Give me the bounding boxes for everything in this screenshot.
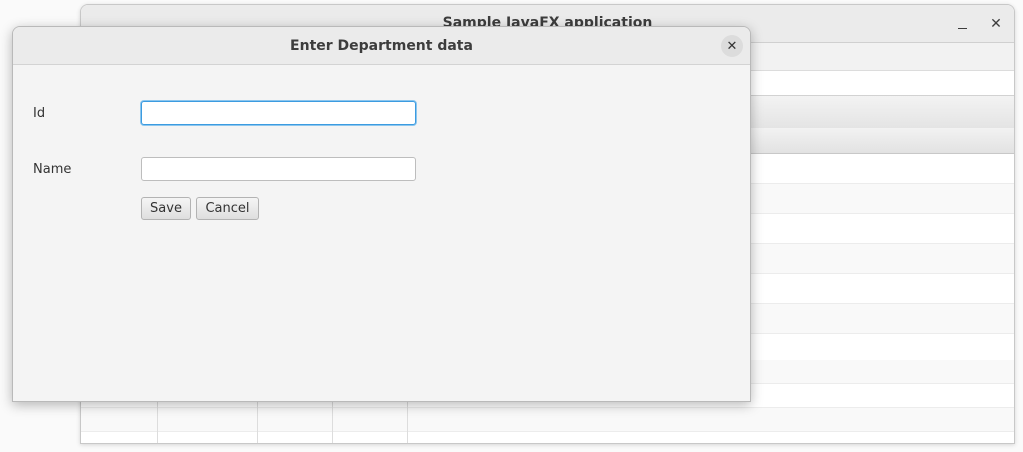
- column-divider: [332, 398, 333, 443]
- column-divider: [157, 398, 158, 443]
- column-divider: [257, 398, 258, 443]
- cancel-button[interactable]: Cancel: [196, 197, 259, 220]
- department-dialog: Enter Department data ✕ Id Name Save Can…: [12, 26, 751, 402]
- close-icon: ✕: [726, 38, 738, 54]
- column-divider: [407, 398, 408, 443]
- minimize-button[interactable]: [951, 13, 973, 35]
- dialog-title: Enter Department data: [290, 38, 473, 54]
- id-label: Id: [33, 106, 46, 121]
- id-field[interactable]: [141, 101, 416, 125]
- dialog-close-button[interactable]: ✕: [721, 35, 743, 57]
- name-label: Name: [33, 162, 72, 177]
- name-field[interactable]: [141, 157, 416, 181]
- close-window-button[interactable]: ✕: [985, 13, 1007, 35]
- close-icon: ✕: [990, 16, 1002, 32]
- minimize-icon: [957, 27, 967, 29]
- save-button[interactable]: Save: [141, 197, 191, 220]
- desktop: Sample JavaFX application ✕ Enter Depart…: [0, 0, 1023, 452]
- table-row[interactable]: [81, 408, 1014, 432]
- dialog-titlebar: Enter Department data ✕: [13, 27, 750, 65]
